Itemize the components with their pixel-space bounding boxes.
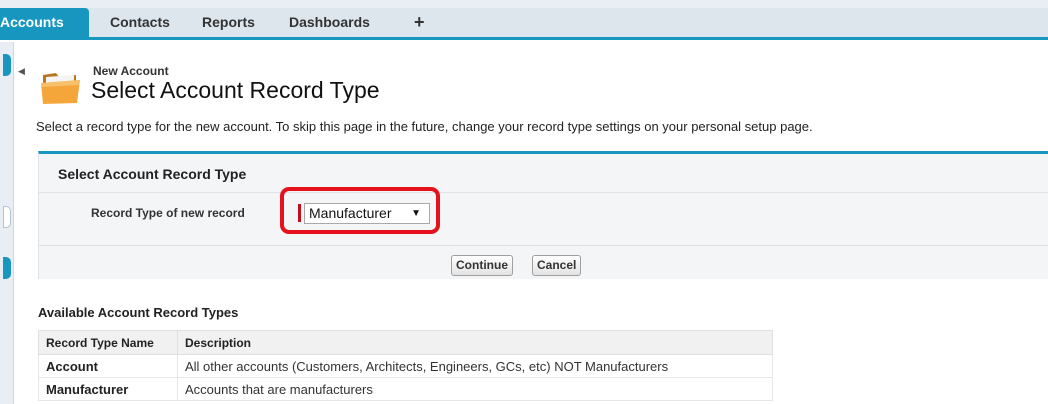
record-type-select[interactable]: Manufacturer ▼ [304,203,430,224]
highlight-box: Manufacturer ▼ [280,187,440,234]
tab-bar: Accounts Contacts Reports Dashboards + [0,8,1048,40]
required-indicator [298,204,301,222]
selected-value: Manufacturer [309,205,392,221]
cancel-button[interactable]: Cancel [532,255,582,276]
top-strip [0,0,1048,8]
record-type-panel: Select Account Record Type Record Type o… [38,151,1048,279]
sidebar-handle[interactable] [3,257,11,279]
table-row: Manufacturer Accounts that are manufactu… [38,377,773,401]
panel-title: Select Account Record Type [58,166,247,182]
tab-dashboards[interactable]: Dashboards [289,8,370,37]
record-type-label: Record Type of new record [91,206,245,220]
record-type-description: All other accounts (Customers, Architect… [177,354,773,378]
collapsed-sidebar[interactable] [0,42,14,404]
column-header: Record Type Name [38,330,178,355]
record-types-table: Record Type Name Description Account All… [38,330,773,401]
record-type-name: Manufacturer [38,377,178,401]
record-type-name: Account [38,354,178,378]
sidebar-handle[interactable] [3,206,11,228]
available-types-heading: Available Account Record Types [38,305,239,320]
column-header: Description [177,330,773,355]
breadcrumb: New Account [93,64,169,78]
table-row: Account All other accounts (Customers, A… [38,354,773,378]
tab-label: Reports [202,14,255,30]
add-tab-icon[interactable]: + [414,8,425,37]
folder-icon [41,73,80,104]
divider [39,192,1048,193]
record-type-description: Accounts that are manufacturers [177,377,773,401]
tab-contacts[interactable]: Contacts [110,8,170,37]
tab-reports[interactable]: Reports [202,8,255,37]
dropdown-arrow-icon: ▼ [411,208,421,219]
tab-label: Dashboards [289,14,370,30]
collapse-arrow-icon[interactable]: ◀ [18,66,25,77]
sidebar-handle[interactable] [3,54,11,76]
divider [39,245,1048,246]
table-header-row: Record Type Name Description [38,330,773,355]
continue-button[interactable]: Continue [451,255,513,276]
tab-label: Accounts [0,14,64,30]
intro-text: Select a record type for the new account… [36,119,813,134]
tab-accounts[interactable]: Accounts [0,8,89,37]
tab-label: Contacts [110,14,170,30]
page-title: Select Account Record Type [91,77,380,103]
